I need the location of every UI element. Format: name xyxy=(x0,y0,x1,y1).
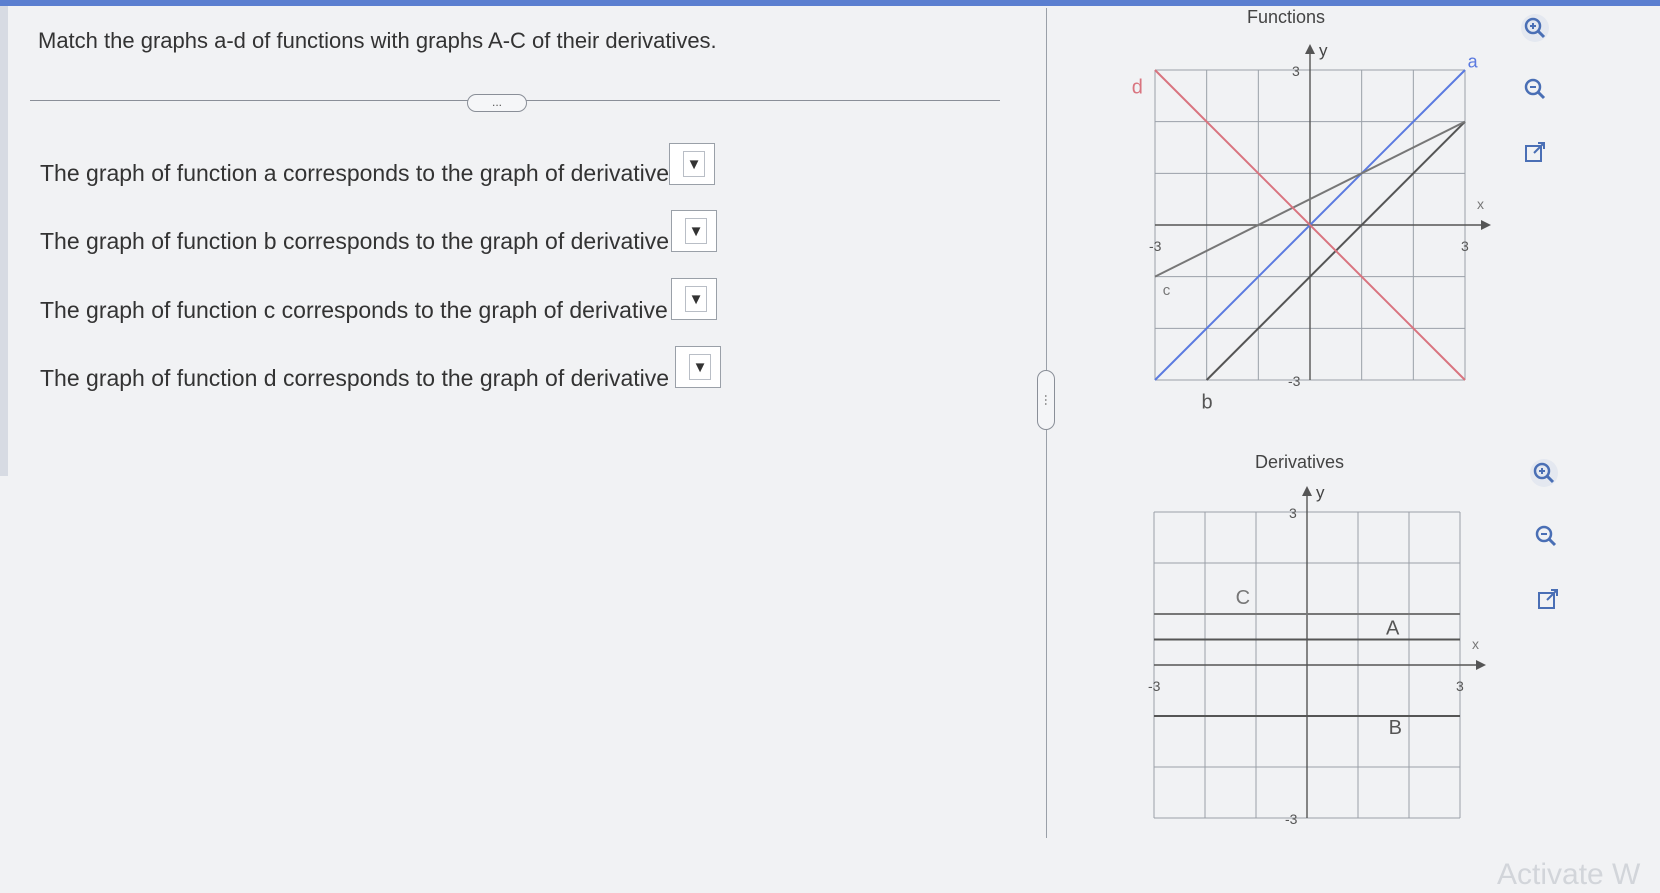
x-axis-label: x xyxy=(1472,636,1479,652)
derivative-dropdown-d[interactable]: ▼ xyxy=(675,346,721,388)
derivatives-zoom-in-icon[interactable] xyxy=(1527,456,1561,490)
dropdown-arrow-icon: ▼ xyxy=(685,218,707,244)
question-row-d: The graph of function d corresponds to t… xyxy=(40,358,669,398)
tick-label-x-right: 3 xyxy=(1461,238,1469,254)
tick-label-x-left: -3 xyxy=(1149,238,1162,254)
derivatives-zoom-out-icon[interactable] xyxy=(1529,519,1563,553)
functions-open-window-icon[interactable] xyxy=(1518,135,1552,169)
x-axis-arrow xyxy=(1476,660,1486,670)
y-axis-arrow xyxy=(1302,486,1312,496)
y-axis-label: y xyxy=(1319,41,1328,60)
question-text-d: The graph of function d corresponds to t… xyxy=(40,364,670,391)
tick-label-x-left: -3 xyxy=(1148,678,1161,694)
series-label-b: B xyxy=(1389,717,1402,739)
tick-label-y-bottom: -3 xyxy=(1288,373,1301,389)
activation-watermark: Activate W xyxy=(1497,858,1641,891)
question-instruction: Match the graphs a-d of functions with g… xyxy=(38,28,717,53)
question-text-a: The graph of function a corresponds to t… xyxy=(40,159,670,186)
series-label-c: C xyxy=(1236,587,1250,609)
tick-label-y-top: 3 xyxy=(1292,63,1300,79)
derivative-dropdown-c[interactable]: ▼ xyxy=(671,278,717,320)
derivative-dropdown-b[interactable]: ▼ xyxy=(671,210,717,252)
y-axis-label: y xyxy=(1316,483,1325,502)
functions-zoom-in-icon[interactable] xyxy=(1518,11,1552,45)
derivatives-graph-title: Derivatives xyxy=(1255,452,1345,472)
y-axis-arrow xyxy=(1305,44,1315,54)
left-edge-strip xyxy=(0,6,8,476)
dropdown-arrow-icon: ▼ xyxy=(683,151,705,177)
functions-graph: y x 3 -3 -3 3 a b c d xyxy=(1132,41,1491,413)
tick-label-x-right: 3 xyxy=(1456,678,1464,694)
x-axis-arrow xyxy=(1481,220,1491,230)
derivative-dropdown-a[interactable]: ▼ xyxy=(669,143,715,185)
series-label-c: c xyxy=(1163,282,1171,299)
expand-more-button[interactable]: ... xyxy=(467,94,527,112)
series-label-b: b xyxy=(1202,391,1213,413)
question-text-b: The graph of function b corresponds to t… xyxy=(40,227,670,254)
series-label-a: a xyxy=(1468,51,1479,71)
question-row-a: The graph of function a corresponds to t… xyxy=(40,153,669,193)
top-accent-bar xyxy=(0,0,1660,6)
derivatives-open-window-icon[interactable] xyxy=(1531,582,1565,616)
derivatives-graph: y x 3 -3 -3 3 A B C xyxy=(1148,483,1486,827)
question-text-c: The graph of function c corresponds to t… xyxy=(40,296,668,323)
question-row-c: The graph of function c corresponds to t… xyxy=(40,290,668,330)
panel-resize-handle[interactable]: ⋯ xyxy=(1037,370,1055,430)
functions-graph-title: Functions xyxy=(1247,7,1326,27)
series-label-a: A xyxy=(1386,617,1400,639)
series-label-d: d xyxy=(1132,76,1143,98)
dropdown-arrow-icon: ▼ xyxy=(689,354,711,380)
dropdown-arrow-icon: ▼ xyxy=(685,286,707,312)
tick-label-y-top: 3 xyxy=(1289,505,1297,521)
tick-label-y-bottom: -3 xyxy=(1285,811,1298,827)
functions-zoom-out-icon[interactable] xyxy=(1518,72,1552,106)
x-axis-label: x xyxy=(1477,196,1484,212)
question-row-b: The graph of function b corresponds to t… xyxy=(40,221,669,261)
